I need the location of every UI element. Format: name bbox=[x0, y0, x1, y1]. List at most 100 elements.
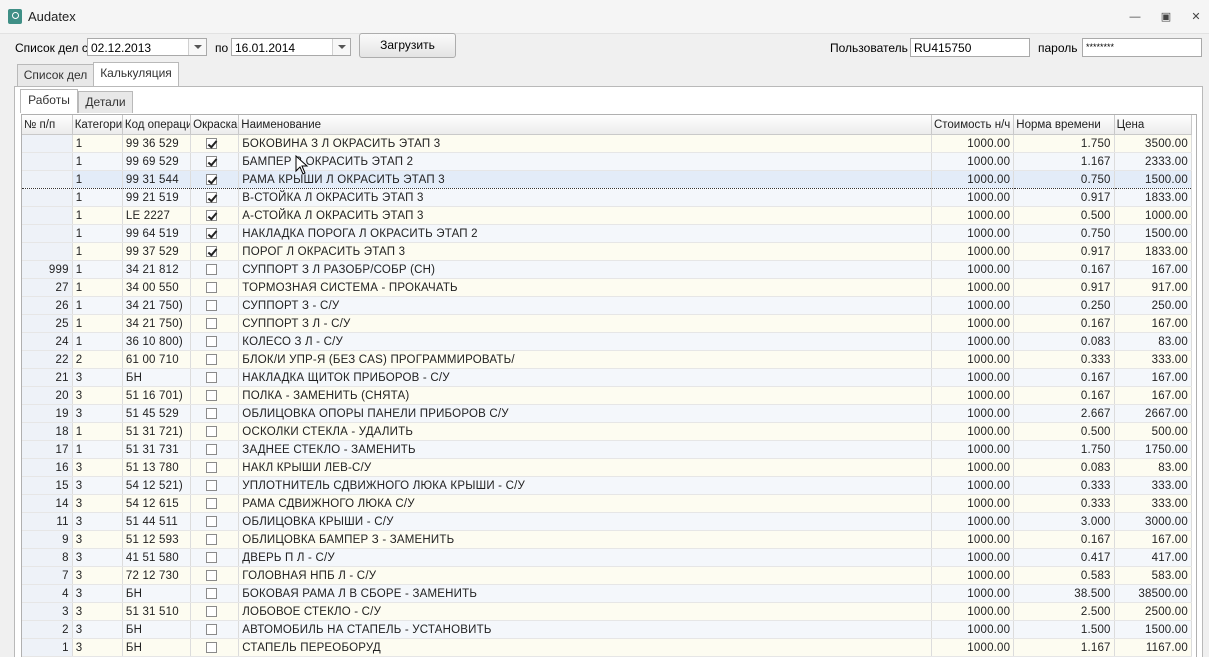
cell-cat[interactable]: 3 bbox=[72, 368, 123, 387]
chevron-down-icon[interactable] bbox=[188, 39, 206, 55]
cell-rate[interactable]: 1000.00 bbox=[931, 278, 1015, 297]
table-row[interactable]: 25 1 34 21 750) СУППОРТ З Л - С/У 1000.00 0.1… bbox=[22, 314, 1193, 333]
table-row[interactable]: 1 99 36 529 БОКОВИНА З Л ОКРАСИТЬ ЭТАП 3 10… bbox=[22, 134, 1193, 153]
paint-cell[interactable] bbox=[190, 584, 240, 603]
minimize-icon[interactable]: — bbox=[1126, 9, 1144, 25]
column-header-category[interactable]: Категори bbox=[72, 115, 123, 135]
cell-cat[interactable]: 1 bbox=[72, 170, 123, 189]
cell-name[interactable]: ПОЛКА - ЗАМЕНИТЬ (СНЯТА) bbox=[238, 386, 932, 405]
cell-norm[interactable]: 0.167 bbox=[1013, 530, 1115, 549]
cell-norm[interactable]: 0.333 bbox=[1013, 494, 1115, 513]
table-row[interactable]: 21 3 БН НАКЛАДКА ЩИТОК ПРИБОРОВ - С/У 1000.0… bbox=[22, 368, 1193, 387]
paint-cell[interactable] bbox=[190, 260, 240, 279]
paint-cell[interactable] bbox=[190, 224, 240, 243]
cell-norm[interactable]: 0.167 bbox=[1013, 314, 1115, 333]
cell-no[interactable] bbox=[22, 242, 73, 261]
cell-norm[interactable]: 0.250 bbox=[1013, 296, 1115, 315]
cell-price[interactable]: 3500.00 bbox=[1114, 134, 1193, 153]
paint-cell[interactable] bbox=[190, 530, 240, 549]
table-row[interactable]: 1 99 37 529 ПОРОГ Л ОКРАСИТЬ ЭТАП 3 1000.00… bbox=[22, 242, 1193, 261]
cell-norm[interactable]: 2.667 bbox=[1013, 404, 1115, 423]
cell-rate[interactable]: 1000.00 bbox=[931, 350, 1015, 369]
cell-rate[interactable]: 1000.00 bbox=[931, 188, 1015, 207]
paint-cell[interactable] bbox=[190, 188, 240, 207]
paint-cell[interactable] bbox=[190, 134, 240, 153]
checkbox-unchecked-icon[interactable] bbox=[206, 371, 218, 383]
paint-cell[interactable] bbox=[190, 620, 240, 639]
cell-cat[interactable]: 1 bbox=[72, 260, 123, 279]
checkbox-unchecked-icon[interactable] bbox=[206, 515, 218, 527]
cell-price[interactable]: 38500.00 bbox=[1114, 584, 1193, 603]
cell-cat[interactable]: 1 bbox=[72, 332, 123, 351]
cell-name[interactable]: ГОЛОВНАЯ НПБ Л - С/У bbox=[238, 566, 932, 585]
cell-price[interactable]: 167.00 bbox=[1114, 260, 1193, 279]
checkbox-unchecked-icon[interactable] bbox=[206, 569, 218, 581]
cell-norm[interactable]: 0.083 bbox=[1013, 458, 1115, 477]
cell-code[interactable]: LE 2227 bbox=[122, 206, 192, 225]
cell-name[interactable]: БОКОВАЯ РАМА Л В СБОРЕ - ЗАМЕНИТЬ bbox=[238, 584, 932, 603]
cell-code[interactable]: БН bbox=[122, 638, 192, 657]
checkbox-unchecked-icon[interactable] bbox=[206, 299, 218, 311]
cell-rate[interactable]: 1000.00 bbox=[931, 386, 1015, 405]
cell-rate[interactable]: 1000.00 bbox=[931, 638, 1015, 657]
paint-cell[interactable] bbox=[190, 350, 240, 369]
table-row[interactable]: 1 99 69 529 БАМПЕР З ОКРАСИТЬ ЭТАП 2 1000.0… bbox=[22, 152, 1193, 171]
cell-code[interactable]: 72 12 730 bbox=[122, 566, 192, 585]
cell-name[interactable]: ДВЕРЬ П Л - С/У bbox=[238, 548, 932, 567]
cell-price[interactable]: 333.00 bbox=[1114, 350, 1193, 369]
cell-no[interactable]: 25 bbox=[22, 314, 73, 333]
cell-rate[interactable]: 1000.00 bbox=[931, 134, 1015, 153]
checkbox-unchecked-icon[interactable] bbox=[206, 335, 218, 347]
cell-norm[interactable]: 0.167 bbox=[1013, 386, 1115, 405]
close-icon[interactable]: ✕ bbox=[1187, 9, 1205, 25]
paint-cell[interactable] bbox=[190, 476, 240, 495]
checkbox-unchecked-icon[interactable] bbox=[206, 263, 218, 275]
cell-price[interactable]: 1833.00 bbox=[1114, 188, 1193, 207]
cell-price[interactable]: 1833.00 bbox=[1114, 242, 1193, 261]
cell-rate[interactable]: 1000.00 bbox=[931, 584, 1015, 603]
cell-rate[interactable]: 1000.00 bbox=[931, 242, 1015, 261]
cell-name[interactable]: СТАПЕЛЬ ПЕРЕОБОРУД bbox=[238, 638, 932, 657]
cell-cat[interactable]: 1 bbox=[72, 224, 123, 243]
table-row[interactable]: 9 3 51 12 593 ОБЛИЦОВКА БАМПЕР З - ЗАМЕНИТЬ… bbox=[22, 530, 1193, 549]
cell-norm[interactable]: 0.333 bbox=[1013, 350, 1115, 369]
cell-no[interactable]: 9 bbox=[22, 530, 73, 549]
cell-no[interactable]: 1 bbox=[22, 638, 73, 657]
column-header-price[interactable]: Цена bbox=[1114, 115, 1193, 135]
cell-norm[interactable]: 1.167 bbox=[1013, 152, 1115, 171]
cell-name[interactable]: РАМА КРЫШИ Л ОКРАСИТЬ ЭТАП 3 bbox=[238, 170, 932, 189]
table-row[interactable]: 22 2 61 00 710 БЛОК/И УПР-Я (БЕЗ CAS) ПРОГР… bbox=[22, 350, 1193, 369]
cell-code[interactable]: 51 13 780 bbox=[122, 458, 192, 477]
cell-price[interactable]: 1500.00 bbox=[1114, 170, 1193, 189]
cell-name[interactable]: АВТОМОБИЛЬ НА СТАПЕЛЬ - УСТАНОВИТЬ bbox=[238, 620, 932, 639]
chevron-down-icon[interactable] bbox=[332, 39, 350, 55]
cell-rate[interactable]: 1000.00 bbox=[931, 548, 1015, 567]
cell-rate[interactable]: 1000.00 bbox=[931, 314, 1015, 333]
cell-cat[interactable]: 1 bbox=[72, 422, 123, 441]
paint-cell[interactable] bbox=[190, 170, 240, 189]
cell-norm[interactable]: 0.917 bbox=[1013, 242, 1115, 261]
paint-cell[interactable] bbox=[190, 152, 240, 171]
password-field[interactable]: ******** bbox=[1082, 38, 1202, 57]
checkbox-unchecked-icon[interactable] bbox=[206, 443, 218, 455]
checkbox-unchecked-icon[interactable] bbox=[206, 533, 218, 545]
cell-price[interactable]: 2333.00 bbox=[1114, 152, 1193, 171]
cell-code[interactable]: 99 21 519 bbox=[122, 188, 192, 207]
cell-cat[interactable]: 3 bbox=[72, 548, 123, 567]
checkbox-unchecked-icon[interactable] bbox=[206, 389, 218, 401]
checkbox-checked-icon[interactable] bbox=[206, 245, 218, 257]
table-row[interactable]: 24 1 36 10 800) КОЛЕСО З Л - С/У 1000.00 0.08… bbox=[22, 332, 1193, 351]
checkbox-checked-icon[interactable] bbox=[206, 209, 218, 221]
maximize-icon[interactable]: ▣ bbox=[1157, 9, 1175, 25]
cell-rate[interactable]: 1000.00 bbox=[931, 458, 1015, 477]
paint-cell[interactable] bbox=[190, 296, 240, 315]
cell-code[interactable]: 99 36 529 bbox=[122, 134, 192, 153]
cell-price[interactable]: 1750.00 bbox=[1114, 440, 1193, 459]
user-field[interactable]: RU415750 bbox=[910, 38, 1030, 57]
cell-rate[interactable]: 1000.00 bbox=[931, 404, 1015, 423]
load-button[interactable]: Загрузить bbox=[359, 33, 456, 58]
date-from-picker[interactable]: 02.12.2013 bbox=[87, 38, 207, 56]
cell-price[interactable]: 1500.00 bbox=[1114, 224, 1193, 243]
column-header-name[interactable]: Наименование bbox=[238, 115, 932, 135]
table-row[interactable]: 17 1 51 31 731 ЗАДНЕЕ СТЕКЛО - ЗАМЕНИТЬ 1000… bbox=[22, 440, 1193, 459]
